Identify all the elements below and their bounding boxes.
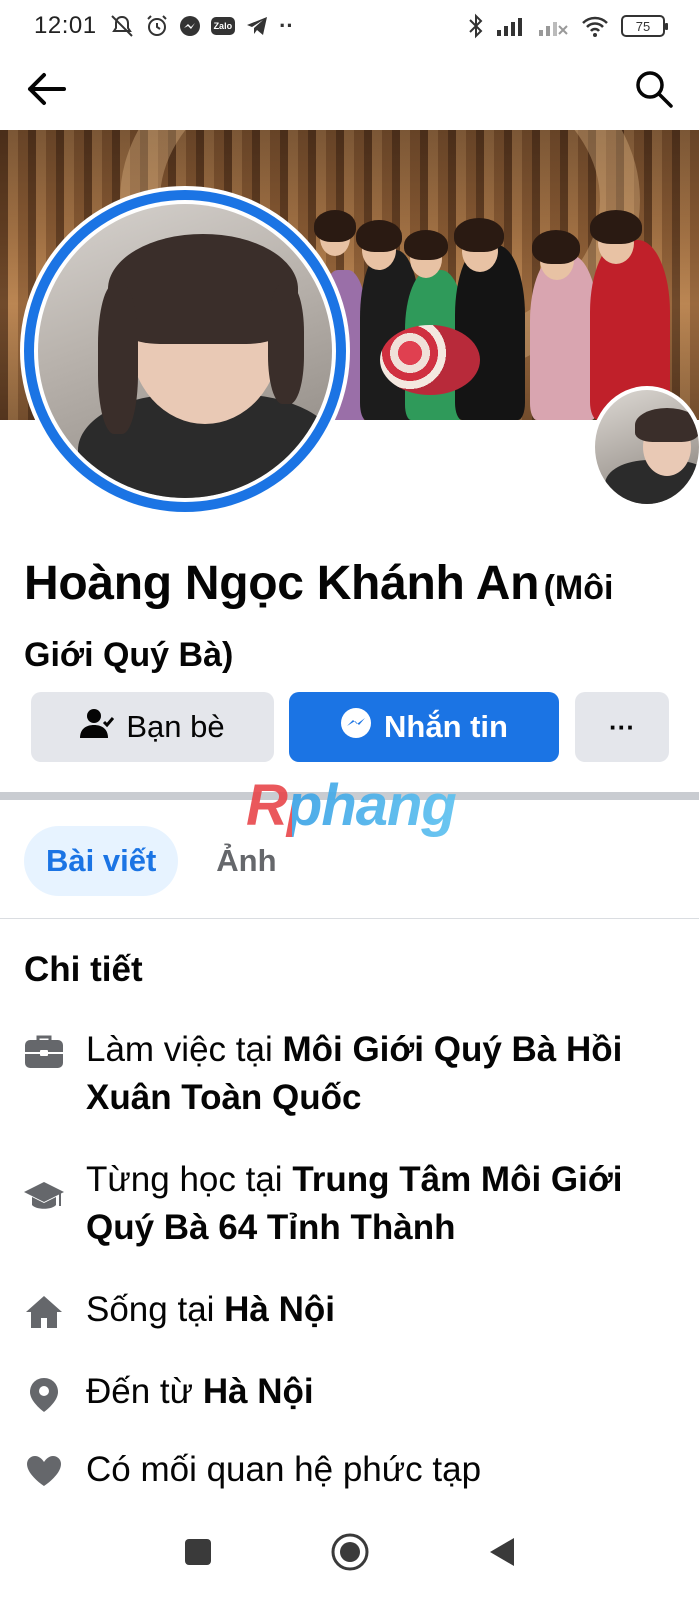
profile-name-block: Hoàng Ngọc Khánh An (Môi Giới Quý Bà) xyxy=(24,554,674,692)
tabs-divider xyxy=(0,918,699,919)
detail-from: Đến từ Hà Nội xyxy=(24,1368,674,1416)
muted-bell-icon xyxy=(109,14,135,38)
tab-posts[interactable]: Bài viết xyxy=(24,826,179,896)
lives-prefix: Sống tại xyxy=(86,1290,225,1329)
graduation-cap-icon xyxy=(24,1180,64,1252)
profile-photo xyxy=(38,204,332,498)
system-icons: 75 xyxy=(467,13,668,39)
battery-indicator: 75 xyxy=(621,15,668,37)
back-arrow-icon[interactable] xyxy=(24,69,68,114)
friends-button[interactable]: Bạn bè xyxy=(31,692,274,762)
status-time: 12:01 xyxy=(34,12,97,39)
briefcase-icon xyxy=(24,1034,64,1122)
tab-photos[interactable]: Ảnh xyxy=(216,826,276,896)
telegram-icon xyxy=(245,15,269,37)
signal-2-icon xyxy=(539,16,569,36)
heart-icon xyxy=(24,1454,64,1506)
detail-education: Từng học tại Trung Tâm Môi Giới Quý Bà 6… xyxy=(24,1156,674,1252)
messenger-notification-icon xyxy=(179,15,201,37)
profile-avatar[interactable] xyxy=(20,186,350,516)
status-bar: 12:01 Zalo ·· 75 xyxy=(0,0,699,52)
add-friend-icon xyxy=(80,708,115,746)
bluetooth-icon xyxy=(467,13,485,39)
location-pin-icon xyxy=(24,1376,64,1416)
work-prefix: Làm việc tại xyxy=(86,1030,283,1069)
home-icon xyxy=(24,1294,64,1334)
watermark-logo: Rphang xyxy=(246,773,457,838)
story-thumbnail[interactable] xyxy=(591,386,699,508)
system-nav-bar xyxy=(0,1508,699,1600)
profile-tabs: Bài viết Ảnh xyxy=(24,826,277,896)
profile-actions: Bạn bè Nhắn tin ··· xyxy=(31,692,669,762)
from-place[interactable]: Hà Nội xyxy=(203,1372,314,1411)
notification-icons: Zalo ·· xyxy=(109,13,294,39)
back-triangle-icon[interactable] xyxy=(488,1536,516,1573)
details-title: Chi tiết xyxy=(24,950,143,989)
lives-place[interactable]: Hà Nội xyxy=(224,1290,335,1329)
app-bar xyxy=(0,52,699,130)
wifi-icon xyxy=(581,15,609,37)
more-options-button[interactable]: ··· xyxy=(575,692,669,762)
signal-icon xyxy=(497,16,527,36)
detail-work: Làm việc tại Môi Giới Quý Bà Hồi Xuân To… xyxy=(24,1026,674,1122)
message-button-label: Nhắn tin xyxy=(384,709,508,744)
messenger-icon xyxy=(340,707,372,747)
alarm-icon xyxy=(145,14,169,38)
zalo-icon: Zalo xyxy=(210,17,236,35)
more-options-label: ··· xyxy=(609,711,635,742)
more-notifications-icon: ·· xyxy=(279,13,294,38)
detail-relationship: Có mối quan hệ phức tạp xyxy=(24,1446,674,1506)
search-icon[interactable] xyxy=(633,68,675,115)
friends-button-label: Bạn bè xyxy=(126,709,225,744)
profile-name: Hoàng Ngọc Khánh An xyxy=(24,557,540,610)
from-prefix: Đến từ xyxy=(86,1372,203,1411)
relationship-status: Có mối quan hệ phức tạp xyxy=(86,1450,482,1489)
message-button[interactable]: Nhắn tin xyxy=(289,692,559,762)
study-prefix: Từng học tại xyxy=(86,1160,293,1199)
home-button-icon[interactable] xyxy=(330,1532,370,1577)
recent-apps-icon[interactable] xyxy=(184,1538,212,1571)
detail-lives-in: Sống tại Hà Nội xyxy=(24,1286,674,1334)
